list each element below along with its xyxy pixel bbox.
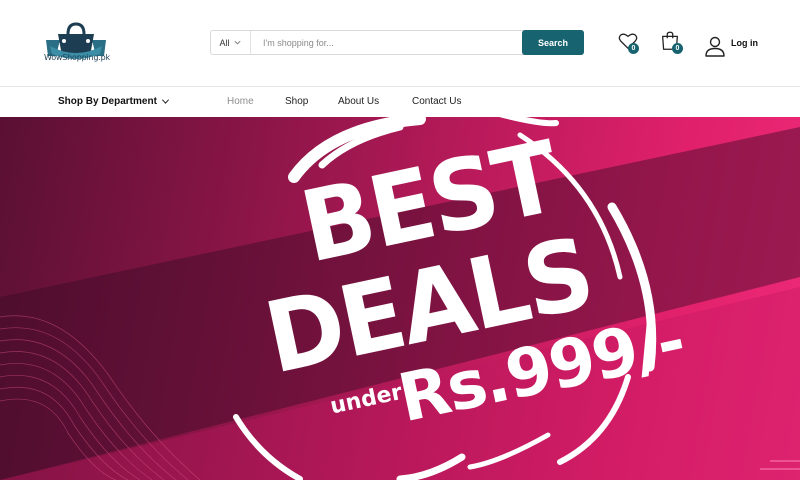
login-link[interactable]: Log in bbox=[731, 38, 758, 48]
cart-count-badge: 0 bbox=[672, 43, 683, 54]
nav-link-home[interactable]: Home bbox=[227, 96, 254, 107]
nav-link-contact-us[interactable]: Contact Us bbox=[412, 96, 461, 107]
search-category-value: All bbox=[219, 37, 230, 48]
chevron-down-icon bbox=[161, 99, 169, 104]
search-bar: All Search bbox=[210, 30, 584, 55]
search-category-select[interactable]: All bbox=[211, 31, 251, 54]
wishlist-count-badge: 0 bbox=[628, 43, 639, 54]
user-icon[interactable] bbox=[703, 34, 727, 58]
shop-by-department-label: Shop By Department bbox=[58, 96, 157, 107]
site-header: WowShopping.pk All Search 0 0 Log in bbox=[0, 0, 800, 86]
main-navigation: Shop By Department Home Shop About Us Co… bbox=[0, 86, 800, 117]
hero-banner[interactable]: BEST DEALS under Rs.999/- bbox=[0, 117, 800, 480]
brand-name: WowShopping.pk bbox=[44, 53, 110, 62]
nav-link-shop[interactable]: Shop bbox=[285, 96, 308, 107]
search-button[interactable]: Search bbox=[522, 30, 584, 55]
shop-by-department-menu[interactable]: Shop By Department bbox=[58, 96, 170, 107]
chevron-down-icon bbox=[233, 40, 241, 45]
wishlist-button[interactable]: 0 bbox=[617, 30, 643, 56]
nav-link-about-us[interactable]: About Us bbox=[338, 96, 379, 107]
cart-button[interactable]: 0 bbox=[659, 30, 685, 56]
